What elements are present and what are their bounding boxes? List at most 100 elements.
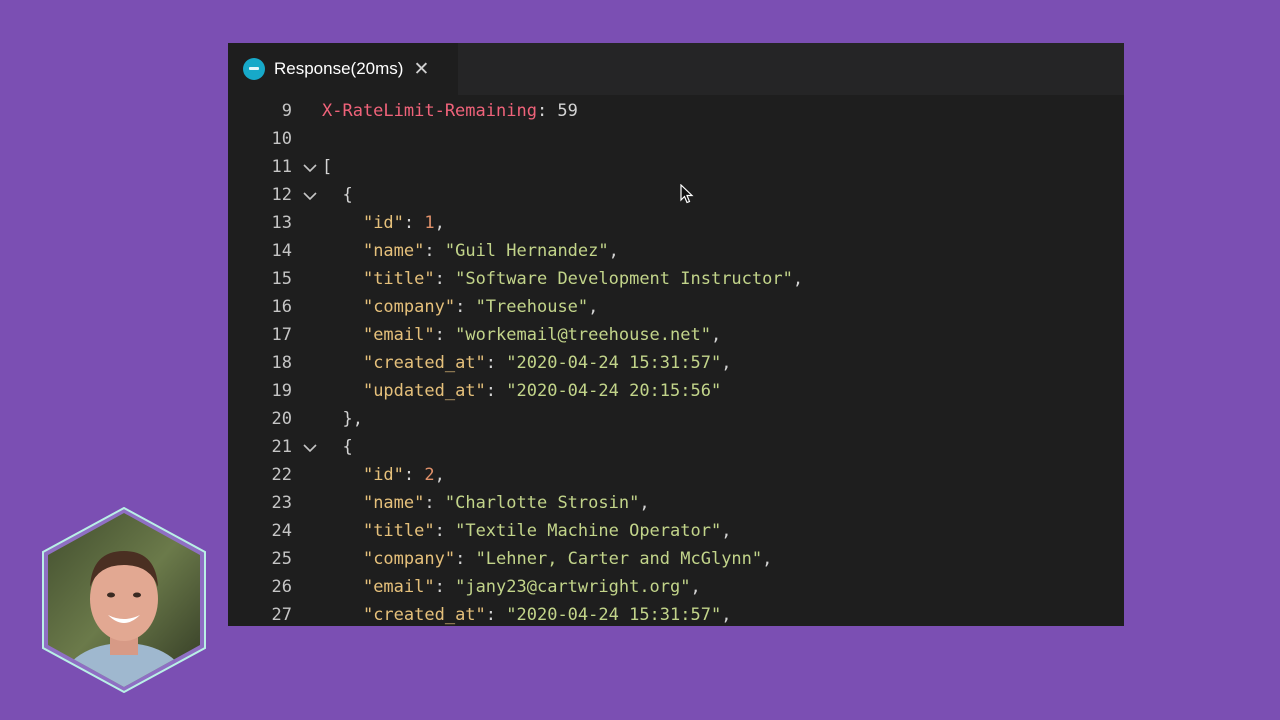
token-num: 2 <box>424 465 435 485</box>
token-punc: , <box>721 521 732 541</box>
response-editor[interactable]: 8X-RateLimit-Limit: 609X-RateLimit-Remai… <box>228 95 1124 626</box>
line-number: 16 <box>271 297 292 317</box>
token-punc: , <box>721 353 732 373</box>
code-line: 23 "name": "Charlotte Strosin", <box>228 489 1124 517</box>
token-str: "Charlotte Strosin" <box>444 493 640 513</box>
token-jkey: "name" <box>362 241 425 261</box>
line-number: 20 <box>271 409 292 429</box>
code-line: 19 "updated_at": "2020-04-24 20:15:56" <box>228 377 1124 405</box>
code-line: 26 "email": "jany23@cartwright.org", <box>228 573 1124 601</box>
token-jkey: "title" <box>362 521 435 541</box>
token-punc: : <box>403 213 425 233</box>
token-punc: : <box>455 297 476 317</box>
token-punc: , <box>434 213 445 233</box>
token-punc: : <box>434 269 456 289</box>
token-punc: : <box>403 465 425 485</box>
token-punc: { <box>342 185 353 205</box>
line-number: 26 <box>271 577 292 597</box>
token-jkey: "title" <box>362 269 435 289</box>
token-punc: : <box>485 353 507 373</box>
token-jkey: "name" <box>362 493 425 513</box>
code-line: 18 "created_at": "2020-04-24 15:31:57", <box>228 349 1124 377</box>
fold-chevron-icon[interactable] <box>300 433 320 461</box>
code-text: { <box>322 433 353 461</box>
code-line: 14 "name": "Guil Hernandez", <box>228 237 1124 265</box>
token-punc: : <box>455 549 476 569</box>
line-number: 25 <box>271 549 292 569</box>
token-punc: : <box>485 605 507 625</box>
code-line: 27 "created_at": "2020-04-24 15:31:57", <box>228 601 1124 626</box>
code-text: "name": "Guil Hernandez", <box>322 237 619 265</box>
token-punc: , <box>434 465 445 485</box>
fold-chevron-icon[interactable] <box>300 153 320 181</box>
token-jkey: "created_at" <box>362 353 486 373</box>
token-str: "Textile Machine Operator" <box>455 521 722 541</box>
code-text: "email": "workemail@treehouse.net", <box>322 321 721 349</box>
code-text: "updated_at": "2020-04-24 20:15:56" <box>322 377 721 405</box>
token-punc: [ <box>322 157 333 177</box>
token-punc: { <box>342 437 353 457</box>
code-line: 9 X-RateLimit-Remaining: 59 <box>228 97 1124 125</box>
code-line: 16 "company": "Treehouse", <box>228 293 1124 321</box>
token-str: "jany23@cartwright.org" <box>455 577 691 597</box>
token-punc: , <box>608 241 619 261</box>
code-line: 12 { <box>228 181 1124 209</box>
line-number: 17 <box>271 325 292 345</box>
token-punc: : <box>424 241 445 261</box>
token-punc: , <box>762 549 773 569</box>
fold-chevron-icon[interactable] <box>300 181 320 209</box>
code-text: { <box>322 181 353 209</box>
code-text: "id": 1, <box>322 209 445 237</box>
line-number: 11 <box>271 157 292 177</box>
token-punc: : 59 <box>536 101 578 121</box>
code-line: 13 "id": 1, <box>228 209 1124 237</box>
token-punc: , <box>721 605 732 625</box>
token-punc: , <box>710 325 722 345</box>
token-str: "Guil Hernandez" <box>444 241 609 261</box>
line-number: 12 <box>271 185 292 205</box>
code-lines: 8X-RateLimit-Limit: 609X-RateLimit-Remai… <box>228 95 1124 626</box>
code-text: "title": "Software Development Instructo… <box>322 265 803 293</box>
code-text: X-RateLimit-Remaining: 59 <box>322 97 578 125</box>
code-text: "email": "jany23@cartwright.org", <box>322 573 701 601</box>
token-punc: : <box>485 381 507 401</box>
line-number: 22 <box>271 465 292 485</box>
line-number: 24 <box>271 521 292 541</box>
token-punc: : <box>434 577 456 597</box>
token-punc: , <box>690 577 701 597</box>
tab-response[interactable]: Response(20ms) ✕ <box>228 43 458 95</box>
token-str: "2020-04-24 15:31:57" <box>506 605 722 625</box>
code-text: "title": "Textile Machine Operator", <box>322 517 732 545</box>
token-jkey: "id" <box>362 465 404 485</box>
token-punc: , <box>639 493 650 513</box>
line-number: 19 <box>271 381 292 401</box>
line-number: 15 <box>271 269 292 289</box>
token-jkey: "company" <box>362 297 456 317</box>
token-str: "Lehner, Carter and McGlynn" <box>475 549 763 569</box>
code-text: }, <box>322 405 362 433</box>
code-text: "company": "Lehner, Carter and McGlynn", <box>322 545 772 573</box>
mouse-pointer-icon <box>680 184 694 204</box>
line-number: 27 <box>271 605 292 625</box>
token-str: "Treehouse" <box>475 297 589 317</box>
code-text: "company": "Treehouse", <box>322 293 598 321</box>
code-text: "id": 2, <box>322 461 445 489</box>
token-jkey: "updated_at" <box>362 381 486 401</box>
code-line: 15 "title": "Software Development Instru… <box>228 265 1124 293</box>
code-line: 22 "id": 2, <box>228 461 1124 489</box>
token-jkey: "created_at" <box>362 605 486 625</box>
line-number: 14 <box>271 241 292 261</box>
token-str: "Software Development Instructor" <box>455 269 793 289</box>
code-text: "created_at": "2020-04-24 15:31:57", <box>322 601 732 626</box>
token-punc: : <box>434 325 456 345</box>
code-text: "created_at": "2020-04-24 15:31:57", <box>322 349 732 377</box>
close-icon[interactable]: ✕ <box>413 60 429 79</box>
code-line: 20 }, <box>228 405 1124 433</box>
token-str: "2020-04-24 15:31:57" <box>506 353 722 373</box>
code-line: 17 "email": "workemail@treehouse.net", <box>228 321 1124 349</box>
token-jkey: "email" <box>362 325 435 345</box>
token-num: 1 <box>424 213 435 233</box>
tab-bar: Response(20ms) ✕ <box>228 43 1124 95</box>
line-number: 18 <box>271 353 292 373</box>
rest-client-icon <box>243 58 265 80</box>
